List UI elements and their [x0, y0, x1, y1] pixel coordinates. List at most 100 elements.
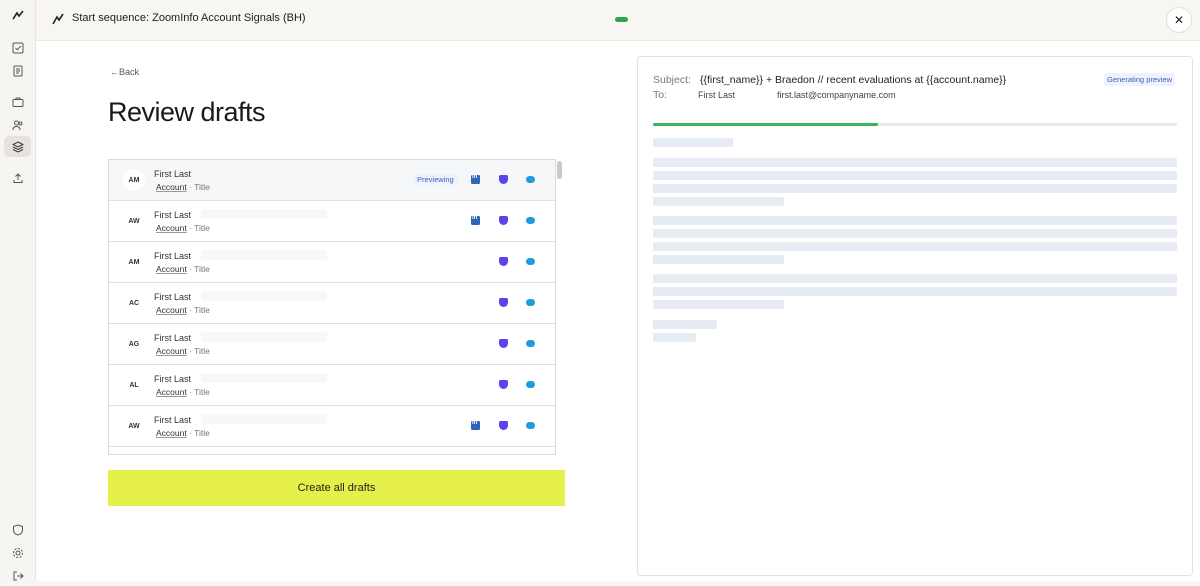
- contact-name: First Last: [154, 169, 192, 179]
- logout-icon[interactable]: [4, 565, 31, 586]
- skeleton-line: [653, 255, 784, 264]
- gear-icon[interactable]: [4, 542, 31, 563]
- skeleton-line: [653, 216, 1177, 225]
- shield-badge-icon[interactable]: [499, 175, 508, 184]
- contact-title: Title: [194, 346, 210, 356]
- account-link[interactable]: Account: [156, 428, 187, 438]
- avatar: AC: [123, 292, 145, 314]
- name-placeholder: [201, 209, 327, 219]
- contact-row[interactable]: AL First Last Account · Title: [109, 365, 555, 406]
- subject-value: {{first_name}} + Braedon // recent evalu…: [700, 74, 1007, 86]
- salesforce-icon[interactable]: [526, 299, 535, 306]
- contact-row[interactable]: AW First Last Account · Title: [109, 201, 555, 242]
- skeleton-line: [653, 229, 1177, 238]
- shield-badge-icon[interactable]: [499, 380, 508, 389]
- sequence-progress-indicator: [615, 17, 628, 22]
- account-link[interactable]: Account: [156, 387, 187, 397]
- contact-title: Title: [194, 305, 210, 315]
- separator: ·: [189, 428, 192, 438]
- linkedin-icon[interactable]: [471, 215, 480, 225]
- salesforce-icon[interactable]: [526, 422, 535, 429]
- account-link[interactable]: Account: [156, 346, 187, 356]
- sidebar: [0, 0, 36, 581]
- contact-name: First Last: [154, 333, 192, 343]
- main-panel: ←Back Review drafts AM First Last Account …: [36, 41, 1200, 581]
- contact-row-partial[interactable]: [109, 447, 555, 454]
- shield-badge-icon[interactable]: [499, 339, 508, 348]
- contact-row[interactable]: AM First Last Account · Title Previewing: [109, 160, 555, 201]
- scrollbar-thumb[interactable]: [557, 161, 562, 179]
- shield-badge-icon[interactable]: [499, 216, 508, 225]
- contact-subtitle: Account · Title: [156, 387, 210, 397]
- skeleton-line: [653, 274, 1177, 283]
- linkedin-icon[interactable]: [471, 420, 480, 430]
- contact-name: First Last: [154, 374, 192, 384]
- skeleton-line: [653, 242, 1177, 251]
- skeleton-line: [653, 320, 717, 329]
- shield-icon[interactable]: [4, 519, 31, 540]
- contact-subtitle: Account · Title: [156, 305, 210, 315]
- avatar: AW: [123, 415, 145, 437]
- account-link[interactable]: Account: [156, 182, 187, 192]
- previewing-badge: Previewing: [413, 174, 458, 185]
- avatar: AM: [123, 169, 145, 191]
- avatar: AL: [123, 374, 145, 396]
- separator: ·: [189, 305, 192, 315]
- contact-row[interactable]: AG First Last Account · Title: [109, 324, 555, 365]
- sequence-logo-icon: [52, 12, 64, 26]
- name-placeholder: [201, 373, 327, 383]
- close-button[interactable]: ✕: [1166, 7, 1192, 33]
- layers-icon[interactable]: [4, 136, 31, 157]
- separator: ·: [189, 387, 192, 397]
- back-link[interactable]: ←Back: [110, 67, 139, 77]
- salesforce-icon[interactable]: [526, 217, 535, 224]
- skeleton-line: [653, 171, 1177, 180]
- list-scrollbar[interactable]: [556, 161, 563, 456]
- skeleton-line: [653, 333, 696, 342]
- contact-list: AM First Last Account · Title Previewing AW F…: [108, 159, 556, 455]
- generation-progress-fill: [653, 123, 879, 126]
- account-link[interactable]: Account: [156, 264, 187, 274]
- checklist-icon[interactable]: [4, 37, 31, 58]
- salesforce-icon[interactable]: [526, 176, 535, 183]
- separator: ·: [189, 182, 192, 192]
- contact-row[interactable]: AM First Last Account · Title: [109, 242, 555, 283]
- account-link[interactable]: Account: [156, 223, 187, 233]
- contact-title: Title: [194, 264, 210, 274]
- contact-subtitle: Account · Title: [156, 223, 210, 233]
- name-placeholder: [201, 250, 327, 260]
- linkedin-icon[interactable]: [471, 174, 480, 184]
- upload-icon[interactable]: [4, 167, 31, 188]
- shield-badge-icon[interactable]: [499, 257, 508, 266]
- separator: ·: [189, 264, 192, 274]
- shield-badge-icon[interactable]: [499, 421, 508, 430]
- skeleton-line: [653, 287, 1177, 296]
- contact-title: Title: [194, 387, 210, 397]
- shield-badge-icon[interactable]: [499, 298, 508, 307]
- briefcase-icon[interactable]: [4, 91, 31, 112]
- logo-icon[interactable]: [4, 4, 31, 25]
- salesforce-icon[interactable]: [526, 340, 535, 347]
- salesforce-icon[interactable]: [526, 381, 535, 388]
- name-placeholder: [201, 168, 327, 178]
- header-bar: Start sequence: ZoomInfo Account Signals…: [36, 0, 1200, 41]
- account-link[interactable]: Account: [156, 305, 187, 315]
- sequence-title: Start sequence: ZoomInfo Account Signals…: [72, 12, 306, 24]
- salesforce-icon[interactable]: [526, 258, 535, 265]
- people-icon[interactable]: [4, 114, 31, 135]
- name-placeholder: [201, 291, 327, 301]
- contact-row[interactable]: AW First Last Account · Title: [109, 406, 555, 447]
- avatar: AG: [123, 333, 145, 355]
- separator: ·: [189, 223, 192, 233]
- avatar: AM: [123, 251, 145, 273]
- document-icon[interactable]: [4, 60, 31, 81]
- contact-name: First Last: [154, 415, 192, 425]
- email-preview-panel: Subject: {{first_name}} + Braedon // rec…: [637, 56, 1193, 576]
- create-all-drafts-button[interactable]: Create all drafts: [108, 470, 565, 506]
- recipient-email: first.last@companyname.com: [777, 90, 896, 100]
- contact-row[interactable]: AC First Last Account · Title: [109, 283, 555, 324]
- skeleton-line: [653, 158, 1177, 167]
- contact-title: Title: [194, 182, 210, 192]
- name-placeholder: [201, 414, 327, 424]
- recipient-name: First Last: [698, 90, 736, 100]
